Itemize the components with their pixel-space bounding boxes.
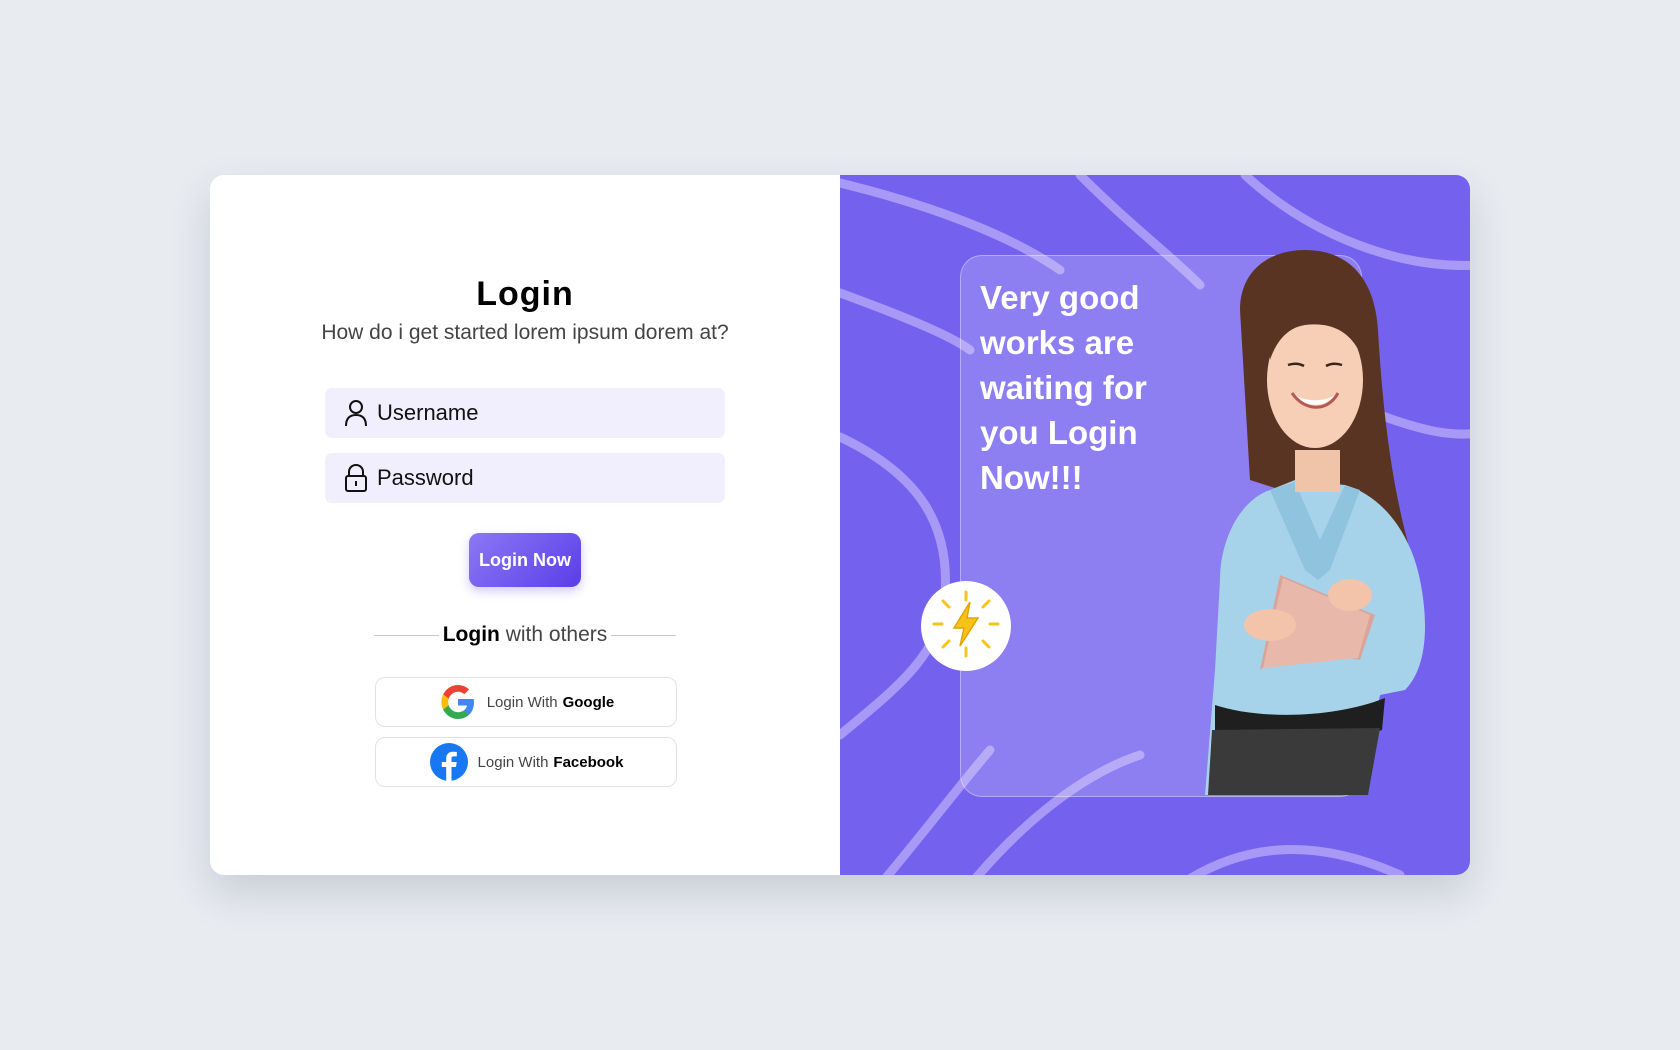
divider-line-left xyxy=(374,634,439,636)
lightning-icon xyxy=(930,588,1002,665)
login-divider: Login with others xyxy=(374,620,677,650)
lock-icon xyxy=(343,462,369,494)
username-field[interactable]: Username xyxy=(325,388,725,438)
login-panel: Login How do i get started lorem ipsum d… xyxy=(210,175,840,875)
password-placeholder: Password xyxy=(377,465,474,490)
promo-panel: Very good works are waiting for you Logi… xyxy=(840,175,1470,875)
woman-with-tablet-image xyxy=(1205,250,1425,795)
facebook-icon xyxy=(429,742,469,782)
facebook-provider: Facebook xyxy=(553,753,624,771)
divider-bold: Login xyxy=(442,623,500,646)
login-card: Login How do i get started lorem ipsum d… xyxy=(210,175,1470,875)
page-subtitle: How do i get started lorem ipsum dorem a… xyxy=(321,321,729,344)
page-title: Login xyxy=(476,275,574,313)
login-with-google-button[interactable]: Login With Google xyxy=(375,677,677,727)
google-icon xyxy=(438,682,478,722)
password-field[interactable]: Password xyxy=(325,453,725,503)
divider-line-right xyxy=(611,634,677,636)
facebook-prefix: Login With xyxy=(477,753,549,771)
login-with-facebook-button[interactable]: Login With Facebook xyxy=(375,737,677,787)
google-prefix: Login With xyxy=(486,693,558,711)
username-placeholder: Username xyxy=(377,400,479,425)
user-icon xyxy=(343,397,369,429)
lightning-badge xyxy=(921,581,1011,671)
divider-rest: with others xyxy=(499,623,608,646)
divider-text: Login with others xyxy=(439,623,612,647)
login-now-button[interactable]: Login Now xyxy=(469,533,581,587)
google-provider: Google xyxy=(562,693,615,711)
